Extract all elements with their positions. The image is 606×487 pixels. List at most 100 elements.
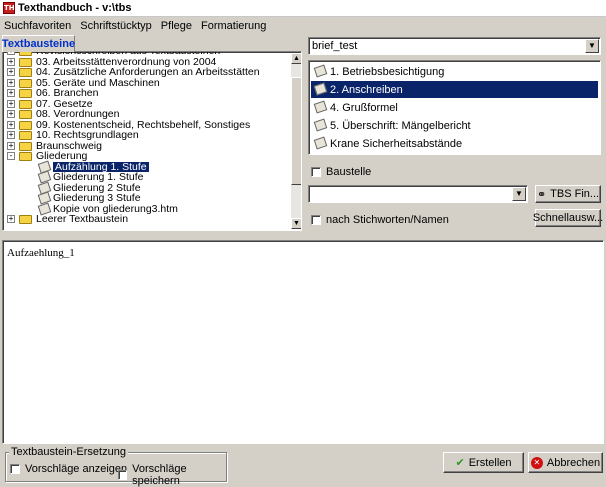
search-combo[interactable]: ▼ [308, 185, 528, 203]
document-list-label: 5. Überschrift: Mängelbericht [330, 120, 471, 132]
folder-icon [19, 57, 32, 67]
quick-select-label: Schnellausw... [532, 212, 604, 224]
expand-icon[interactable]: + [7, 110, 15, 118]
folder-icon [19, 89, 32, 98]
binoculars-icon: ⚭ [536, 188, 547, 201]
menu-pflege[interactable]: Pflege [161, 20, 192, 32]
expand-icon[interactable]: + [7, 89, 15, 97]
window-title: Texthandbuch - v:\tbs [18, 2, 132, 14]
document-icon [313, 136, 328, 150]
doc-type-combo[interactable]: brief_test ▼ [308, 37, 601, 55]
tree-item[interactable]: + Leerer Textbaustein [3, 214, 289, 225]
baustelle-checkbox[interactable] [311, 167, 321, 177]
document-list-item[interactable]: 1. Betriebsbesichtigung [311, 63, 598, 80]
tree-item[interactable]: +08. Verordnungen [3, 109, 289, 120]
tree-scrollbar[interactable]: ▲ ▼ [291, 53, 301, 229]
baustelle-label: Baustelle [326, 166, 372, 178]
folder-icon [19, 131, 32, 140]
menu-formatierung[interactable]: Formatierung [201, 20, 266, 32]
scroll-up-arrow-icon[interactable]: ▲ [291, 53, 301, 64]
folder-icon [19, 110, 32, 119]
document-list-label: 2. Anschreiben [330, 84, 403, 96]
create-button[interactable]: ✔ Erstellen [443, 452, 524, 473]
document-list-item[interactable]: 2. Anschreiben [311, 81, 598, 98]
close-icon: ✕ [530, 456, 543, 469]
keyword-checkbox[interactable] [311, 215, 321, 225]
tree-item[interactable]: +06. Branchen [3, 88, 289, 99]
tbs-find-button[interactable]: ⚭ TBS Fin... [535, 185, 601, 203]
expand-icon[interactable]: + [7, 99, 15, 108]
document-list-label: Krane Sicherheitsabstände [330, 138, 463, 150]
folder-icon [19, 78, 32, 88]
replacement-groupbox: Textbaustein-Ersetzung Vorschläge anzeig… [5, 446, 227, 487]
tree-item[interactable]: Gliederung 1. Stufe [3, 170, 289, 184]
menu-bar: Suchfavoriten Schriftstücktyp Pflege For… [0, 17, 606, 34]
scroll-down-arrow-icon[interactable]: ▼ [291, 218, 301, 229]
keyword-label: nach Stichworten/Namen [326, 214, 449, 226]
save-suggestions-row[interactable]: Vorschläge speichern [118, 463, 226, 487]
folder-icon [19, 152, 32, 161]
expand-icon[interactable]: + [7, 57, 15, 66]
tbs-find-label: TBS Fin... [550, 188, 600, 200]
tree-item[interactable]: Gliederung 3 Stufe [3, 191, 289, 205]
quick-select-button[interactable]: Schnellausw... [532, 209, 604, 227]
document-list-item[interactable]: 4. Grußformel [311, 99, 598, 116]
expand-icon[interactable]: + [7, 78, 15, 87]
tree-item-label: Gliederung 3 Stufe [53, 192, 141, 204]
cancel-label: Abbrechen [546, 456, 601, 469]
show-suggestions-label: Vorschläge anzeigen [25, 463, 128, 475]
document-icon [313, 118, 328, 132]
tree-content: +Revisionsschreiben aus Textbausteinen+0… [3, 52, 289, 225]
tree-item-label: Gliederung 1. Stufe [53, 171, 144, 183]
tree-item-label: 06. Branchen [36, 87, 99, 99]
show-suggestions-checkbox[interactable] [10, 464, 20, 474]
save-suggestions-checkbox[interactable] [118, 470, 128, 480]
scroll-thumb[interactable] [291, 77, 301, 185]
tree-item-label: 08. Verordnungen [36, 108, 120, 120]
expand-icon[interactable]: + [7, 141, 15, 150]
document-list-label: 1. Betriebsbesichtigung [330, 66, 445, 78]
tree-item[interactable]: +04. Zusätzliche Anforderungen an Arbeit… [3, 67, 289, 78]
document-list-item[interactable]: Krane Sicherheitsabstände [311, 135, 598, 152]
folder-icon [19, 215, 32, 224]
expand-icon[interactable]: + [7, 131, 15, 139]
tree-item[interactable]: +10. Rechtsgrundlagen [3, 130, 289, 141]
folder-icon [19, 141, 32, 151]
document-list-item[interactable]: 5. Überschrift: Mängelbericht [311, 117, 598, 134]
chevron-down-icon[interactable]: ▼ [512, 187, 526, 201]
document-icon [313, 100, 328, 114]
text-editor[interactable]: Aufzaehlung_1 [2, 240, 604, 444]
cancel-button[interactable]: ✕ Abbrechen [528, 452, 603, 473]
baustelle-checkbox-row[interactable]: Baustelle [311, 166, 371, 178]
tree-item-label: 10. Rechtsgrundlagen [36, 129, 139, 141]
document-list[interactable]: 1. Betriebsbesichtigung 2. Anschreiben 4. … [308, 60, 601, 155]
chevron-down-icon[interactable]: ▼ [585, 39, 599, 53]
checkmark-icon: ✔ [455, 457, 465, 469]
folder-icon [19, 120, 32, 130]
document-icon [313, 64, 328, 78]
groupbox-title: Textbaustein-Ersetzung [9, 446, 128, 458]
editor-content: Aufzaehlung_1 [7, 247, 75, 259]
menu-schriftstuecktyp[interactable]: Schriftstücktyp [80, 20, 152, 32]
tree-item-label: Leerer Textbaustein [36, 213, 129, 225]
expand-icon[interactable]: + [7, 68, 15, 76]
title-bar: TH Texthandbuch - v:\tbs [0, 0, 606, 17]
tree-item-label: 04. Zusätzliche Anforderungen an Arbeits… [36, 66, 260, 78]
tab-textbausteine[interactable]: Textbausteine [2, 35, 75, 52]
tree-item-label: Gliederung [36, 150, 88, 162]
tree-item[interactable]: - Gliederung [3, 151, 289, 162]
folder-icon [19, 68, 32, 77]
document-list-label: 4. Grußformel [330, 102, 398, 114]
expand-icon[interactable]: + [7, 120, 15, 129]
doc-type-value: brief_test [312, 40, 358, 52]
menu-suchfavoriten[interactable]: Suchfavoriten [4, 20, 71, 32]
collapse-icon[interactable]: - [7, 152, 15, 160]
save-suggestions-label: Vorschläge speichern [132, 463, 187, 487]
folder-icon [19, 99, 32, 109]
show-suggestions-row[interactable]: Vorschläge anzeigen [10, 463, 127, 475]
expand-icon[interactable]: + [7, 215, 15, 223]
keyword-checkbox-row[interactable]: nach Stichworten/Namen [311, 214, 449, 226]
document-icon [313, 82, 328, 96]
create-label: Erstellen [468, 456, 512, 469]
textbaustein-tree[interactable]: +Revisionsschreiben aus Textbausteinen+0… [2, 51, 302, 231]
